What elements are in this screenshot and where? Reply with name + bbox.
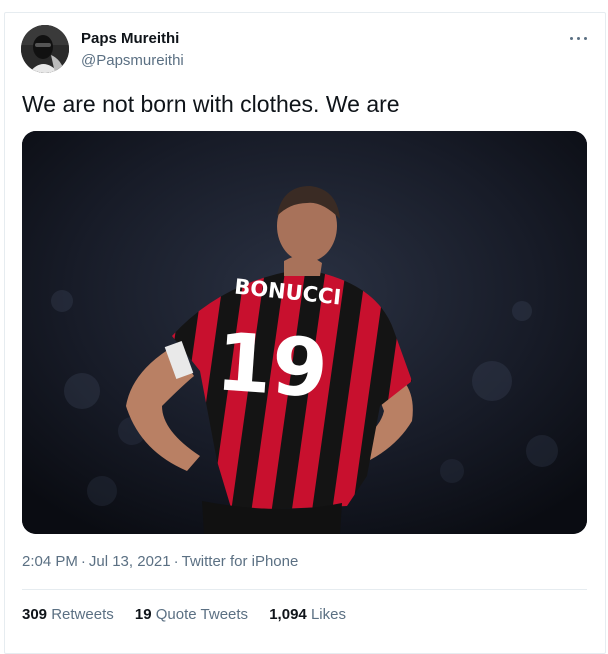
avatar[interactable] — [21, 25, 69, 73]
retweets-count: 309 — [22, 606, 48, 623]
divider — [22, 589, 587, 590]
tweet-photo[interactable]: BONUCCI 19 — [22, 131, 587, 534]
more-dot — [584, 37, 587, 40]
likes-count: 1,094 — [269, 606, 307, 623]
tweet-stats: 309 Retweets 19 Quote Tweets 1,094 Likes — [22, 606, 363, 623]
tweet-text: We are not born with clothes. We are — [22, 91, 400, 117]
more-dot — [577, 37, 580, 40]
retweets-label: Retweets — [51, 606, 114, 623]
tweet-date[interactable]: Jul 13, 2021 — [89, 553, 171, 570]
quote-tweets-stat[interactable]: 19 Quote Tweets — [135, 606, 248, 623]
quote-tweets-label: Quote Tweets — [155, 606, 249, 623]
meta-separator: · — [173, 553, 179, 570]
tweet-source[interactable]: Twitter for iPhone — [182, 553, 299, 570]
author-handle[interactable]: @Papsmureithi — [81, 52, 184, 69]
meta-separator: · — [80, 553, 86, 570]
avatar-image — [21, 25, 69, 73]
photo-image: BONUCCI 19 — [22, 131, 587, 534]
jersey-number: 19 — [213, 315, 331, 416]
quote-tweets-count: 19 — [134, 606, 152, 623]
likes-stat[interactable]: 1,094 Likes — [269, 606, 346, 623]
tweet-meta: 2:04 PM · Jul 13, 2021 · Twitter for iPhone — [22, 553, 298, 570]
more-options-button[interactable] — [568, 30, 590, 46]
retweets-stat[interactable]: 309 Retweets — [22, 606, 114, 623]
more-horizontal-icon — [570, 37, 573, 40]
author-name[interactable]: Paps Mureithi — [81, 30, 179, 47]
tweet-time[interactable]: 2:04 PM — [22, 553, 78, 570]
likes-label: Likes — [310, 606, 346, 623]
